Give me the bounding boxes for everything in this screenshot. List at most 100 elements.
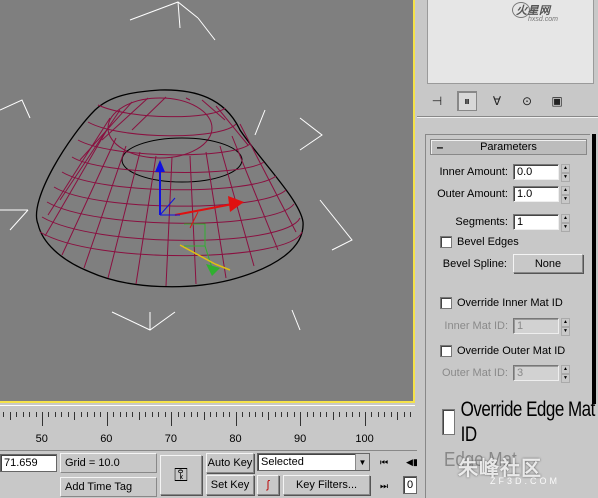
- perspective-viewport[interactable]: [0, 0, 415, 403]
- set-keys-key-icon[interactable]: ⚿: [160, 455, 202, 495]
- override-inner-row: Override Inner Mat ID: [440, 297, 563, 309]
- timeline-tick: [80, 412, 82, 417]
- curve-editor-icon[interactable]: ʃ: [257, 475, 279, 495]
- timeline-tick: [61, 412, 63, 417]
- override-edge-row: Override Edge Mat ID: [442, 397, 598, 446]
- configure-sets-icon[interactable]: ▣: [547, 91, 567, 111]
- modifier-stack-list[interactable]: 火星网 hxsd.com: [427, 0, 594, 84]
- set-key-button[interactable]: Set Key: [206, 475, 254, 495]
- outer-amount-row: Outer Amount: 1.0 ▲ ▼: [430, 186, 570, 204]
- timeline-tick: [138, 412, 140, 420]
- timeline-tick-label: 100: [355, 433, 374, 445]
- outer-mat-id-field[interactable]: 3: [513, 365, 559, 381]
- max-window: 火星网 hxsd.com ⊣ ⏸ ∀ ⊙ ▣ – Parameters Inne…: [0, 0, 598, 498]
- timeline-tick: [397, 412, 399, 420]
- panel-divider: [417, 116, 598, 118]
- timeline-tick: [119, 412, 121, 417]
- make-unique-icon[interactable]: ∀: [487, 91, 507, 111]
- viewport-scene: [0, 1, 353, 331]
- timeline-tick: [293, 412, 295, 417]
- bevel-edges-checkbox[interactable]: [440, 236, 452, 248]
- override-outer-checkbox[interactable]: [440, 345, 452, 357]
- timeline-tick: [287, 412, 289, 417]
- add-time-tag[interactable]: Add Time Tag: [60, 477, 157, 497]
- timeline-tick: [306, 412, 308, 417]
- timeline-tick: [248, 412, 250, 417]
- timeline-tick: [145, 412, 147, 417]
- timeline-tick: [222, 412, 224, 417]
- timeline-tick: [171, 412, 173, 426]
- timeline-tick: [281, 412, 283, 417]
- command-panel: 火星网 hxsd.com ⊣ ⏸ ∀ ⊙ ▣ – Parameters Inne…: [417, 0, 598, 498]
- timeline-tick: [9, 412, 11, 420]
- bevel-spline-button[interactable]: None: [513, 254, 583, 273]
- override-inner-label: Override Inner Mat ID: [457, 297, 563, 309]
- inner-mat-id-spinner[interactable]: ▲ ▼: [561, 318, 570, 336]
- timeline-tick: [326, 412, 328, 417]
- inner-amount-label: Inner Amount:: [439, 166, 509, 178]
- show-end-result-icon[interactable]: ⏸: [457, 91, 477, 111]
- timeline-tick: [255, 412, 257, 417]
- key-filters-button[interactable]: Key Filters...: [283, 475, 370, 495]
- transform-gizmo[interactable]: [155, 160, 244, 276]
- chevron-down-icon: ▼: [355, 454, 369, 470]
- key-mode-select[interactable]: Selected ▼: [257, 453, 370, 471]
- timeline-tick: [16, 412, 18, 417]
- bevel-mesh[interactable]: [35, 89, 304, 288]
- timeline-tick: [132, 412, 134, 417]
- bevel-edges-row: Bevel Edges: [440, 236, 519, 248]
- grid-readout: Grid = 10.0: [60, 453, 157, 473]
- selection-bracket-lines: [0, 1, 353, 331]
- timeline-tick: [261, 412, 263, 417]
- timeline-tick: [300, 412, 302, 426]
- timeline-tick: [3, 412, 5, 417]
- timeline-tick: [35, 412, 37, 417]
- goto-start-icon[interactable]: ⏮: [380, 455, 388, 469]
- track-bar[interactable]: 50 60 70 80 90 100: [0, 405, 415, 450]
- parameters-rollout-header[interactable]: – Parameters: [430, 139, 587, 155]
- frame-field[interactable]: 0: [403, 476, 417, 494]
- timeline-tick: [164, 412, 166, 417]
- override-edge-checkbox[interactable]: [442, 409, 455, 435]
- timeline-tick: [352, 412, 354, 417]
- watermark-zf3d-sub: ZF3D.COM: [490, 476, 560, 486]
- key-mode-toggle-icon[interactable]: ⏭: [380, 479, 388, 493]
- bevel-edges-label: Bevel Edges: [457, 236, 519, 248]
- rollout-title: Parameters: [480, 141, 537, 153]
- outer-amount-label: Outer Amount:: [437, 188, 508, 200]
- pin-stack-icon[interactable]: ⊣: [427, 91, 447, 111]
- timeline-tick: [403, 412, 405, 417]
- timeline-tick: [339, 412, 341, 417]
- override-inner-checkbox[interactable]: [440, 297, 452, 309]
- inner-amount-spinner[interactable]: ▲ ▼: [561, 164, 570, 182]
- timeline-tick: [384, 412, 386, 417]
- segments-row: Segments: 1 ▲ ▼: [430, 214, 570, 232]
- outer-mat-id-spinner[interactable]: ▲ ▼: [561, 365, 570, 383]
- inner-mat-id-field[interactable]: 1: [513, 318, 559, 334]
- coord-field[interactable]: 71.659: [0, 454, 57, 472]
- timeline-tick: [87, 412, 89, 417]
- status-bar: 71.659 Grid = 10.0 Add Time Tag ⚿ Auto K…: [0, 450, 418, 498]
- outer-amount-field[interactable]: 1.0: [513, 186, 559, 202]
- inner-amount-field[interactable]: 0.0: [513, 164, 559, 180]
- auto-key-button[interactable]: Auto Key: [206, 453, 254, 473]
- timeline-tick: [313, 412, 315, 417]
- timeline-tick: [54, 412, 56, 417]
- outer-mat-id-row: Outer Mat ID: 3 ▲ ▼: [430, 365, 570, 383]
- segments-field[interactable]: 1: [513, 214, 559, 230]
- override-outer-label: Override Outer Mat ID: [457, 345, 566, 357]
- timeline-tick: [274, 412, 276, 417]
- segments-spinner[interactable]: ▲ ▼: [561, 214, 570, 232]
- prev-frame-icon[interactable]: ◀▮: [406, 455, 418, 469]
- timeline-tick: [345, 412, 347, 417]
- timeline-tick: [42, 412, 43, 426]
- remove-modifier-icon[interactable]: ⊙: [517, 91, 537, 111]
- timeline-tick: [242, 412, 244, 417]
- bevel-spline-label: Bevel Spline:: [442, 257, 507, 270]
- override-outer-row: Override Outer Mat ID: [440, 345, 565, 357]
- modifier-stack-toolbar: ⊣ ⏸ ∀ ⊙ ▣: [427, 90, 594, 112]
- timeline-tick-label: 50: [35, 433, 48, 445]
- timeline-tick: [106, 412, 108, 426]
- panel-scrollbar[interactable]: [592, 134, 596, 404]
- outer-amount-spinner[interactable]: ▲ ▼: [561, 186, 570, 204]
